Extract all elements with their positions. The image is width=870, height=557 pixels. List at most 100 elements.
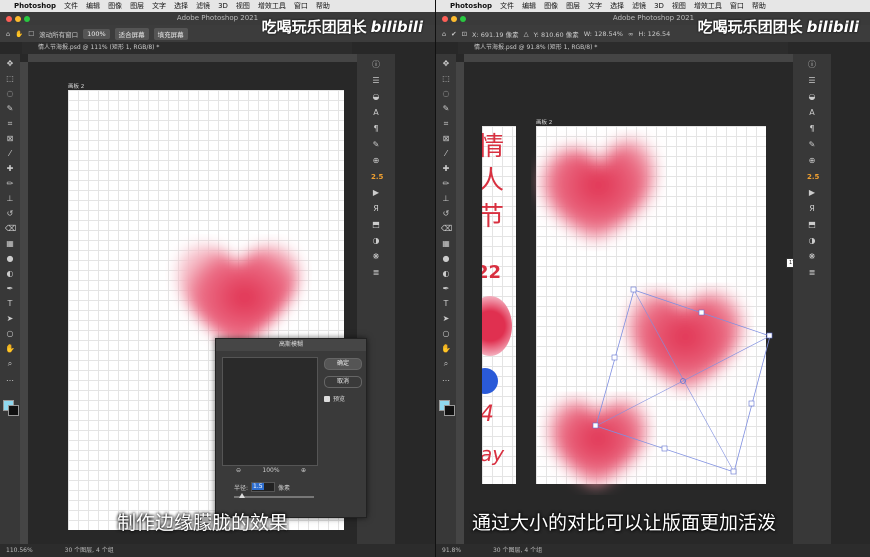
- ok-button[interactable]: 确定: [324, 358, 362, 370]
- actions-icon[interactable]: ▶: [807, 188, 817, 198]
- menu-layer[interactable]: 图层: [566, 1, 580, 11]
- transform-handle[interactable]: [748, 400, 755, 407]
- swatches-icon[interactable]: ❋: [371, 252, 381, 262]
- height-field[interactable]: H: 126.54: [638, 30, 670, 38]
- menu-view[interactable]: 视图: [672, 1, 686, 11]
- libraries-icon[interactable]: ⬒: [371, 220, 381, 230]
- heart-top-left[interactable]: [542, 139, 655, 241]
- color-icon[interactable]: ◑: [807, 236, 817, 246]
- transform-handle[interactable]: [661, 445, 668, 452]
- cancel-button[interactable]: 取消: [324, 376, 362, 388]
- menu-window[interactable]: 窗口: [294, 1, 308, 11]
- swatches-icon[interactable]: ❋: [807, 252, 817, 262]
- healing-brush-icon[interactable]: ✚: [5, 164, 15, 174]
- shape-tool-icon[interactable]: ○: [5, 329, 15, 339]
- minimize-window-icon[interactable]: [451, 16, 457, 22]
- paragraph-icon[interactable]: ¶: [371, 124, 381, 134]
- pen-tool-icon[interactable]: ✒: [5, 284, 15, 294]
- transform-handle[interactable]: [592, 422, 599, 429]
- app-name[interactable]: Photoshop: [14, 2, 56, 10]
- background-color-swatch[interactable]: [8, 405, 19, 416]
- home-icon[interactable]: ⌂: [442, 30, 446, 38]
- close-window-icon[interactable]: [442, 16, 448, 22]
- maximize-window-icon[interactable]: [24, 16, 30, 22]
- glyphs-icon[interactable]: Я: [371, 204, 381, 214]
- menu-type[interactable]: 文字: [152, 1, 166, 11]
- brush-settings-icon[interactable]: ✎: [371, 140, 381, 150]
- reference-point-icon[interactable]: ⊡: [462, 30, 467, 38]
- eyedropper-icon[interactable]: ⁄: [441, 149, 451, 159]
- transform-handle[interactable]: [611, 354, 618, 361]
- layers-icon[interactable]: ≣: [807, 268, 817, 278]
- hand-tool-icon[interactable]: ✋: [5, 344, 15, 354]
- menu-plugins[interactable]: 增效工具: [694, 1, 722, 11]
- menu-window[interactable]: 窗口: [730, 1, 744, 11]
- frame-tool-icon[interactable]: ⊠: [5, 134, 15, 144]
- transform-handle[interactable]: [698, 309, 705, 316]
- history-brush-icon[interactable]: ↺: [5, 209, 15, 219]
- more-tools-icon[interactable]: …: [441, 374, 451, 384]
- color-icon[interactable]: ◑: [371, 236, 381, 246]
- menu-type[interactable]: 文字: [588, 1, 602, 11]
- zoom-out-icon[interactable]: ⊖: [236, 467, 241, 474]
- layers-icon[interactable]: ≣: [371, 268, 381, 278]
- lasso-tool-icon[interactable]: ◌: [5, 89, 15, 99]
- gradient-tool-icon[interactable]: ▦: [441, 239, 451, 249]
- radius-input[interactable]: 1.5: [251, 482, 276, 492]
- crop-tool-icon[interactable]: ⌗: [5, 119, 15, 129]
- zoom-tool-icon[interactable]: ⌕: [441, 359, 451, 369]
- heart-bottom-left[interactable]: [549, 400, 648, 486]
- character-icon[interactable]: A: [807, 108, 817, 118]
- artboard[interactable]: [536, 126, 773, 486]
- type-tool-icon[interactable]: T: [441, 299, 451, 309]
- radius-slider[interactable]: [234, 493, 314, 498]
- preview-checkbox[interactable]: 预览: [324, 394, 345, 403]
- artboard-tool-icon[interactable]: ⬚: [441, 74, 451, 84]
- app-name[interactable]: Photoshop: [450, 2, 492, 10]
- y-field[interactable]: Y: 810.60 像素: [534, 29, 579, 39]
- brush-tool-icon[interactable]: ✏: [5, 179, 15, 189]
- stamp-tool-icon[interactable]: ⊥: [441, 194, 451, 204]
- move-tool-icon[interactable]: ✥: [441, 59, 451, 69]
- blur-preview-area[interactable]: [222, 357, 318, 466]
- blur-tool-icon[interactable]: ●: [5, 254, 15, 264]
- quick-select-icon[interactable]: ✎: [441, 104, 451, 114]
- brush-settings-icon[interactable]: ✎: [807, 140, 817, 150]
- paragraph-icon[interactable]: ¶: [807, 124, 817, 134]
- glyphs-icon[interactable]: Я: [807, 204, 817, 214]
- character-icon[interactable]: A: [371, 108, 381, 118]
- libraries-icon[interactable]: ⬒: [807, 220, 817, 230]
- menu-plugins[interactable]: 增效工具: [258, 1, 286, 11]
- path-select-icon[interactable]: ➤: [5, 314, 15, 324]
- stamp-tool-icon[interactable]: ⊥: [5, 194, 15, 204]
- menu-help[interactable]: 帮助: [316, 1, 330, 11]
- document-tab[interactable]: 情人节海报.psd @ 91.8% (矩形 1, RGB/8) *: [458, 42, 788, 54]
- brush-tool-icon[interactable]: ✏: [441, 179, 451, 189]
- move-tool-icon[interactable]: ✥: [5, 59, 15, 69]
- menu-select[interactable]: 选择: [174, 1, 188, 11]
- transform-handle[interactable]: [766, 332, 773, 339]
- history-icon[interactable]: ☰: [371, 76, 381, 86]
- frame-tool-icon[interactable]: ⊠: [441, 134, 451, 144]
- history-icon[interactable]: ☰: [807, 76, 817, 86]
- slider-knob[interactable]: [239, 493, 245, 498]
- menu-file[interactable]: 文件: [64, 1, 78, 11]
- menu-select[interactable]: 选择: [610, 1, 624, 11]
- menu-layer[interactable]: 图层: [130, 1, 144, 11]
- maximize-window-icon[interactable]: [460, 16, 466, 22]
- adjustments-icon[interactable]: ◒: [807, 92, 817, 102]
- menu-help[interactable]: 帮助: [752, 1, 766, 11]
- zoom-in-icon[interactable]: ⊕: [301, 467, 306, 474]
- hand-tool-icon[interactable]: ✋: [15, 30, 23, 38]
- poster-artboard[interactable]: 情 人 节 22 4 ay: [482, 126, 516, 484]
- shape-tool-icon[interactable]: ○: [441, 329, 451, 339]
- eraser-icon[interactable]: ⌫: [441, 224, 452, 234]
- font-size-value[interactable]: 2.5: [371, 172, 383, 182]
- menu-file[interactable]: 文件: [500, 1, 514, 11]
- x-field[interactable]: X: 691.19 像素: [472, 29, 519, 39]
- transform-handle[interactable]: [730, 468, 737, 475]
- fill-screen-button[interactable]: 填充屏幕: [153, 27, 188, 40]
- background-color-swatch[interactable]: [444, 405, 455, 416]
- quick-select-icon[interactable]: ✎: [5, 104, 15, 114]
- zoom-100-button[interactable]: 100%: [83, 28, 110, 39]
